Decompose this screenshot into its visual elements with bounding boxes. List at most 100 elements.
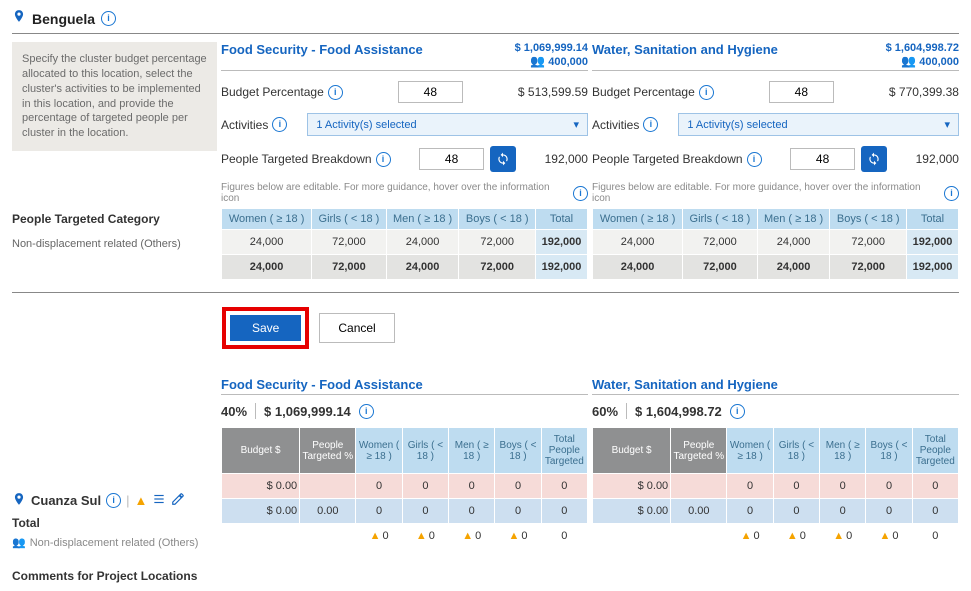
table-row: $ 0.00 0 0 0 0 0: [222, 474, 588, 499]
col-women: Women ( ≥ 18 ): [727, 428, 773, 474]
people-icon: 👥: [530, 54, 545, 68]
warning-icon: ▲: [787, 530, 798, 542]
alloc-budget: $ 513,599.59: [518, 85, 588, 99]
cancel-button[interactable]: Cancel: [319, 313, 394, 343]
ptb-pct-input[interactable]: [790, 148, 855, 170]
col-men: Men ( ≥ 18 ): [757, 209, 830, 230]
warning-icon: ▲: [462, 530, 473, 542]
col-women: Women ( ≥ 18 ): [356, 428, 402, 474]
table-row: ▲0 ▲0 ▲0 ▲0 0: [222, 524, 588, 549]
warning-icon: ▲: [509, 530, 520, 542]
summary-table: Budget $ People Targeted % Women ( ≥ 18 …: [592, 427, 959, 549]
col-total: Total People Targeted: [541, 428, 587, 474]
warning-icon: ▲: [741, 530, 752, 542]
activities-label: Activities: [221, 118, 268, 132]
cluster-total-people: 400,000: [919, 56, 959, 68]
save-highlight: Save: [222, 307, 309, 349]
col-total: Total: [906, 209, 958, 230]
summary-table: Budget $ People Targeted % Women ( ≥ 18 …: [221, 427, 588, 549]
cluster-summary-food: Food Security - Food Assistance 40% $ 1,…: [221, 377, 588, 549]
budget-pct-input[interactable]: [398, 81, 463, 103]
info-icon[interactable]: i: [359, 404, 374, 419]
col-pt: People Targeted %: [300, 428, 356, 474]
cluster-pct: 40%: [221, 404, 247, 419]
info-icon[interactable]: i: [328, 85, 343, 100]
info-icon[interactable]: i: [747, 152, 762, 167]
col-women: Women ( ≥ 18 ): [222, 209, 312, 230]
cluster-panel-wash: Water, Sanitation and Hygiene $ 1,604,99…: [592, 42, 959, 280]
table-row: ▲0 ▲0 ▲0 ▲0 0: [593, 524, 959, 549]
sync-button[interactable]: [861, 146, 887, 172]
pin-icon: [12, 8, 26, 29]
table-row: 24,000 72,000 24,000 72,000 192,000: [222, 255, 588, 280]
cluster-summary-wash: Water, Sanitation and Hygiene 60% $ 1,60…: [592, 377, 959, 549]
ptb-label: People Targeted Breakdown: [592, 152, 743, 166]
info-icon[interactable]: i: [730, 404, 745, 419]
cluster-title: Water, Sanitation and Hygiene: [592, 377, 959, 395]
chevron-down-icon: ▾: [944, 118, 950, 131]
alloc-budget: $ 770,399.38: [889, 85, 959, 99]
people-targeted-category-title: People Targeted Category: [12, 212, 217, 226]
cluster-panel-food: Food Security - Food Assistance $ 1,069,…: [221, 42, 588, 280]
info-icon[interactable]: i: [272, 117, 287, 132]
col-budget: Budget $: [222, 428, 300, 474]
info-icon[interactable]: i: [106, 493, 121, 508]
warning-icon: ▲: [833, 530, 844, 542]
info-icon[interactable]: i: [699, 85, 714, 100]
activities-dropdown[interactable]: 1 Activity(s) selected▾: [307, 113, 588, 136]
col-boys: Boys ( < 18 ): [459, 209, 535, 230]
category-row: Non-displacement related (Others): [12, 232, 217, 256]
warning-icon: ▲: [880, 530, 891, 542]
cluster-amount: $ 1,069,999.14: [264, 404, 351, 419]
activities-dropdown[interactable]: 1 Activity(s) selected▾: [678, 113, 959, 136]
table-row: 24,000 72,000 24,000 72,000 192,000: [593, 255, 959, 280]
col-pt: People Targeted %: [671, 428, 727, 474]
activities-label: Activities: [592, 118, 639, 132]
cluster-total-people: 400,000: [548, 56, 588, 68]
info-icon[interactable]: i: [643, 117, 658, 132]
ptb-label: People Targeted Breakdown: [221, 152, 372, 166]
location-name: Benguela: [32, 11, 95, 27]
location2-name: Cuanza Sul: [31, 493, 101, 508]
warning-icon: ▲: [416, 530, 427, 542]
save-button[interactable]: Save: [230, 315, 301, 341]
hint-text: Figures below are editable. For more gui…: [592, 182, 940, 204]
edit-icon[interactable]: [171, 492, 185, 509]
cluster-title: Water, Sanitation and Hygiene: [592, 42, 778, 57]
total-label: Total: [12, 516, 217, 530]
cluster-amount: $ 1,604,998.72: [635, 404, 722, 419]
breakdown-table: Women ( ≥ 18 ) Girls ( < 18 ) Men ( ≥ 18…: [221, 208, 588, 280]
info-icon[interactable]: i: [101, 11, 116, 26]
col-boys: Boys ( < 18 ): [830, 209, 906, 230]
info-icon[interactable]: i: [376, 152, 391, 167]
table-row: 24,000 72,000 24,000 72,000 192,000: [593, 230, 959, 255]
cluster-title: Food Security - Food Assistance: [221, 377, 588, 395]
ptb-value: 192,000: [916, 152, 959, 166]
ptb-pct-input[interactable]: [419, 148, 484, 170]
col-men: Men ( ≥ 18 ): [449, 428, 495, 474]
col-budget: Budget $: [593, 428, 671, 474]
cluster-pct: 60%: [592, 404, 618, 419]
budget-pct-input[interactable]: [769, 81, 834, 103]
col-boys: Boys ( < 18 ): [495, 428, 541, 474]
cluster-title: Food Security - Food Assistance: [221, 42, 423, 57]
list-icon[interactable]: [152, 492, 166, 509]
ptb-value: 192,000: [545, 152, 588, 166]
sync-button[interactable]: [490, 146, 516, 172]
info-icon[interactable]: i: [944, 186, 959, 201]
info-icon[interactable]: i: [573, 186, 588, 201]
comments-label: Comments for Project Locations: [12, 569, 959, 583]
cluster-total-budget: $ 1,069,999.14: [515, 42, 588, 54]
table-row: 24,000 72,000 24,000 72,000 192,000: [222, 230, 588, 255]
help-text: Specify the cluster budget percentage al…: [12, 42, 217, 151]
table-row: $ 0.00 0.00 0 0 0 0 0: [222, 499, 588, 524]
people-icon: 👥: [12, 536, 26, 549]
col-boys: Boys ( < 18 ): [866, 428, 912, 474]
col-women: Women ( ≥ 18 ): [593, 209, 683, 230]
budget-pct-label: Budget Percentage: [592, 85, 695, 99]
col-girls: Girls ( < 18 ): [773, 428, 819, 474]
col-men: Men ( ≥ 18 ): [820, 428, 866, 474]
col-girls: Girls ( < 18 ): [683, 209, 758, 230]
category-row: Non-displacement related (Others): [30, 537, 199, 549]
budget-pct-label: Budget Percentage: [221, 85, 324, 99]
